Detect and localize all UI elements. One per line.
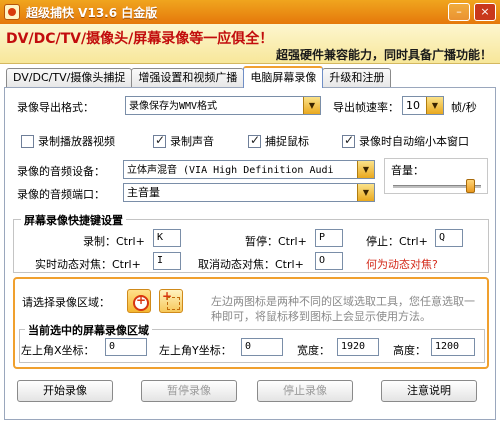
promo-banner: DV/DC/TV/摄像头/屏幕录像等一应俱全！ 超强硬件兼容能力，同时具备广播功…	[0, 24, 500, 64]
checkbox-box	[248, 133, 261, 148]
volume-slider-thumb[interactable]	[465, 179, 475, 193]
auto-minimize-label: 录像时自动缩小本窗口	[359, 135, 469, 148]
focus-hotkey-input[interactable]: I	[153, 252, 181, 270]
region-select-tool-icon[interactable]	[127, 289, 151, 313]
fps-value: 10	[406, 99, 420, 112]
pause-recording-button[interactable]: 暂停录像	[141, 380, 237, 402]
x-coord-input[interactable]: 0	[105, 338, 147, 356]
current-region-title: 当前选中的屏幕录像区域	[25, 322, 152, 338]
window-title: 超级捕快 V13.6 白金版	[26, 6, 158, 20]
app-logo-icon	[4, 4, 20, 20]
y-coord-input[interactable]: 0	[241, 338, 283, 356]
stop-hotkey-label: 停止：Ctrl+	[366, 235, 428, 248]
title-bar: 超级捕快 V13.6 白金版 – ×	[0, 0, 500, 24]
minimize-button[interactable]: –	[448, 3, 470, 21]
record-hotkey-input[interactable]: K	[153, 229, 181, 247]
region-drag-tool-icon[interactable]	[159, 289, 183, 313]
screen-recording-panel: 录像导出格式： 录像保存为WMV格式 ▼ 导出帧速率： 10 ▼ 帧/秒 录制播…	[4, 87, 496, 420]
hotkey-group-title: 屏幕录像快捷键设置	[21, 212, 126, 228]
export-format-value: 录像保存为WMV格式	[129, 101, 218, 112]
width-input[interactable]: 1920	[337, 338, 379, 356]
unfocus-hotkey-label: 取消动态对焦：Ctrl+	[198, 258, 304, 271]
start-recording-button[interactable]: 开始录像	[17, 380, 113, 402]
height-input[interactable]: 1200	[431, 338, 475, 356]
close-button[interactable]: ×	[474, 3, 496, 21]
pause-hotkey-label: 暂停：Ctrl+	[245, 235, 307, 248]
audio-device-value: 立体声混音 (VIA High Definition Audi	[127, 165, 334, 176]
unfocus-hotkey-input[interactable]: O	[315, 252, 343, 270]
banner-tagline: 超强硬件兼容能力，同时具备广播功能！	[275, 48, 492, 62]
focus-hotkey-label: 实时动态对焦：Ctrl+	[35, 258, 141, 271]
region-tool-hint: 左边两图标是两种不同的区域选取工具，您任意选取一种即可，将鼠标移到图标上会显示使…	[211, 295, 475, 323]
checkbox-box	[153, 133, 166, 148]
record-player-checkbox[interactable]: 录制播放器视频	[21, 133, 115, 149]
height-label: 高度：	[393, 344, 426, 357]
y-coord-label: 左上角Y坐标：	[159, 344, 232, 357]
chevron-down-icon: ▼	[303, 97, 320, 114]
tab-bar: DV/DC/TV/摄像头捕捉 增强设置和视频广播 电脑屏幕录像 升级和注册	[6, 66, 392, 88]
recording-region-section: 请选择录像区域： 左边两图标是两种不同的区域选取工具，您任意选取一种即可，将鼠标…	[13, 277, 489, 369]
audio-device-label: 录像的音频设备：	[17, 165, 105, 178]
help-notes-button[interactable]: 注意说明	[381, 380, 477, 402]
volume-label: 音量：	[391, 164, 424, 177]
audio-port-value: 主音量	[127, 186, 160, 199]
tab-upgrade-register[interactable]: 升级和注册	[322, 68, 392, 88]
record-sound-checkbox[interactable]: 录制声音	[153, 133, 214, 149]
checkbox-box	[21, 134, 34, 148]
fps-select[interactable]: 10 ▼	[402, 96, 444, 115]
what-is-focus-link[interactable]: 何为动态对焦?	[366, 256, 438, 272]
chevron-down-icon: ▼	[357, 161, 374, 178]
tab-screen-recording[interactable]: 电脑屏幕录像	[243, 66, 324, 88]
audio-port-select[interactable]: 主音量 ▼	[123, 183, 375, 202]
capture-mouse-label: 捕捉鼠标	[265, 135, 309, 148]
x-coord-label: 左上角X坐标：	[21, 344, 95, 357]
fps-unit: 帧/秒	[451, 101, 477, 114]
record-hotkey-label: 录制：Ctrl+	[83, 235, 145, 248]
export-format-label: 录像导出格式：	[17, 101, 94, 114]
checkbox-box	[342, 133, 355, 148]
pause-hotkey-input[interactable]: P	[315, 229, 343, 247]
capture-mouse-checkbox[interactable]: 捕捉鼠标	[248, 133, 309, 149]
audio-device-select[interactable]: 立体声混音 (VIA High Definition Audi ▼	[123, 160, 375, 179]
fps-label: 导出帧速率：	[333, 101, 399, 114]
tab-enhanced-settings[interactable]: 增强设置和视频广播	[131, 68, 245, 88]
audio-port-label: 录像的音频端口：	[17, 188, 105, 201]
chevron-down-icon: ▼	[426, 97, 443, 114]
stop-hotkey-input[interactable]: Q	[435, 229, 463, 247]
record-sound-label: 录制声音	[170, 135, 214, 148]
volume-panel: 音量：	[384, 158, 488, 194]
record-player-label: 录制播放器视频	[38, 135, 115, 148]
width-label: 宽度：	[297, 344, 330, 357]
chevron-down-icon: ▼	[357, 184, 374, 201]
stop-recording-button[interactable]: 停止录像	[257, 380, 353, 402]
banner-headline: DV/DC/TV/摄像头/屏幕录像等一应俱全！	[6, 31, 274, 47]
select-region-label: 请选择录像区域：	[22, 296, 110, 309]
tab-capture[interactable]: DV/DC/TV/摄像头捕捉	[6, 68, 133, 88]
auto-minimize-checkbox[interactable]: 录像时自动缩小本窗口	[342, 133, 469, 149]
export-format-select[interactable]: 录像保存为WMV格式 ▼	[125, 96, 321, 115]
